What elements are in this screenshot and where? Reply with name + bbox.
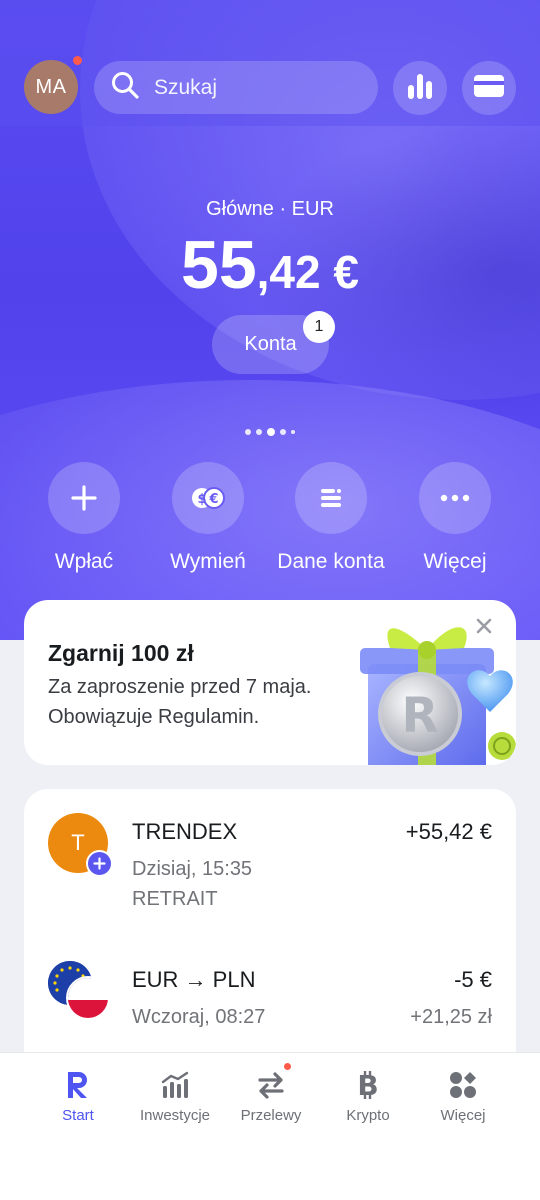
plus-icon <box>48 462 120 534</box>
bottom-nav: Start Inwestycje Przelewy B Krypto Więce… <box>0 1052 540 1200</box>
action-deposit[interactable]: Wpłać <box>24 462 144 574</box>
transaction-name: EUR → PLN <box>132 967 256 992</box>
promo-line-2: Obowiązuje Regulamin. <box>48 706 260 728</box>
close-icon[interactable] <box>476 618 492 639</box>
exchange-icon: $ € <box>172 462 244 534</box>
nav-item-transfers[interactable]: Przelewy <box>221 1067 321 1124</box>
search-icon <box>110 70 140 105</box>
action-exchange-label: Wymień <box>170 550 246 573</box>
more-icon <box>419 462 491 534</box>
transaction-name: TRENDEX <box>132 819 238 844</box>
nav-label: Start <box>62 1107 94 1124</box>
merchant-avatar-letter: T <box>71 830 85 855</box>
bitcoin-icon: B <box>318 1067 418 1103</box>
action-deposit-label: Wpłać <box>54 550 114 573</box>
notification-dot <box>73 56 82 65</box>
revolut-logo-icon <box>28 1067 128 1103</box>
cards-button[interactable] <box>462 61 516 115</box>
action-more[interactable]: Więcej <box>395 462 515 574</box>
nav-label: Krypto <box>346 1107 390 1124</box>
plus-badge-icon <box>86 850 113 877</box>
svg-text:€: € <box>208 492 218 507</box>
search-input[interactable]: Szukaj <box>94 61 378 114</box>
details-icon <box>295 462 367 534</box>
accounts-button-label: Konta <box>244 333 297 355</box>
notification-dot <box>284 1063 291 1070</box>
transaction-date: Dzisiaj, 15:35 <box>132 858 253 880</box>
nav-label: Więcej <box>440 1107 486 1124</box>
search-placeholder: Szukaj <box>154 75 218 99</box>
gift-illustration: R <box>360 614 516 765</box>
transaction-amount: +55,42 € <box>405 819 492 844</box>
transaction-date: Wczoraj, 08:27 <box>132 1006 266 1028</box>
nav-item-investments[interactable]: Inwestycje <box>125 1067 225 1124</box>
promo-card[interactable]: Zgarnij 100 zł Za zaproszenie przed 7 ma… <box>24 600 516 765</box>
card-icon <box>473 73 505 104</box>
action-account-details[interactable]: Dane konta <box>271 462 391 574</box>
analytics-icon <box>405 71 435 106</box>
transactions-card: T TRENDEX Dzisiaj, 15:35 RETRAIT +55,42 … <box>24 789 516 1089</box>
promo-title: Zgarnij 100 zł <box>48 640 194 666</box>
nav-item-start[interactable]: Start <box>28 1067 128 1124</box>
avatar-initials: MA <box>35 75 67 98</box>
nav-label: Inwestycje <box>139 1107 211 1124</box>
nav-label: Przelewy <box>240 1107 302 1124</box>
balance: 55,42 € <box>0 226 540 304</box>
chart-icon <box>125 1067 225 1103</box>
analytics-button[interactable] <box>393 61 447 115</box>
nav-item-more[interactable]: Więcej <box>413 1067 513 1124</box>
account-label: Główne · EUR <box>206 198 334 220</box>
action-more-label: Więcej <box>423 550 487 573</box>
action-exchange[interactable]: $ € Wymień <box>148 462 268 574</box>
balance-cents: ,42 € <box>256 246 359 298</box>
transaction-amount-secondary: +21,25 zł <box>410 1006 492 1028</box>
svg-text:$: $ <box>197 492 206 507</box>
transaction-amount: -5 € <box>454 967 492 992</box>
page-indicator <box>0 428 540 436</box>
transfer-icon <box>221 1067 321 1103</box>
promo-line-1: Za zaproszenie przed 7 maja. <box>48 676 312 698</box>
accounts-badge: 1 <box>303 311 335 343</box>
avatar[interactable]: MA <box>24 60 78 114</box>
balance-main: 55 <box>181 227 257 303</box>
nav-item-crypto[interactable]: B Krypto <box>318 1067 418 1124</box>
grid-icon <box>413 1067 513 1103</box>
action-account-details-label: Dane konta <box>277 550 385 573</box>
svg-text:R: R <box>402 688 439 744</box>
pl-flag-icon <box>66 976 110 1020</box>
transaction-note: RETRAIT <box>132 888 218 910</box>
svg-text:B: B <box>357 1069 378 1101</box>
